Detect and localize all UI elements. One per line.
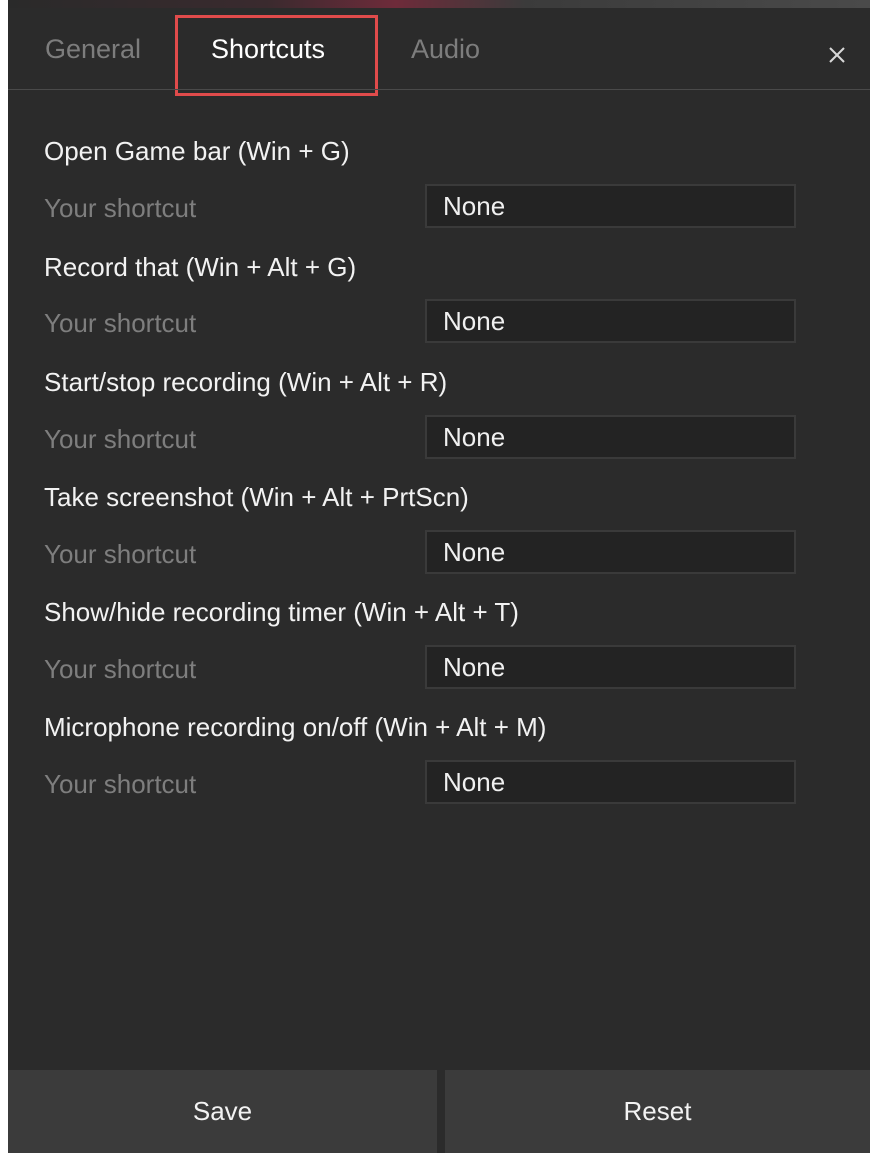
shortcut-title-start-stop-recording: Start/stop recording (Win + Alt + R) xyxy=(44,367,448,397)
shortcut-input-show-hide-timer[interactable]: None xyxy=(425,645,796,689)
shortcut-input-record-that[interactable]: None xyxy=(425,299,796,343)
shortcut-input-start-stop-recording[interactable]: None xyxy=(425,415,796,459)
shortcut-sub-label: Your shortcut xyxy=(44,424,197,454)
shortcut-sub-label: Your shortcut xyxy=(44,539,197,569)
shortcut-sub-label: Your shortcut xyxy=(44,193,197,223)
reset-button[interactable]: Reset xyxy=(445,1070,870,1153)
shortcut-input-take-screenshot[interactable]: None xyxy=(425,530,796,574)
button-divider xyxy=(437,1070,445,1153)
close-icon xyxy=(829,47,845,63)
active-tab-highlight xyxy=(175,15,378,96)
tab-general[interactable]: General xyxy=(45,34,141,65)
footer-buttons: Save Reset xyxy=(8,1070,870,1153)
game-bar-settings-panel: General Shortcuts Audio Open Game bar (W… xyxy=(8,8,870,1153)
shortcut-input-open-game-bar[interactable]: None xyxy=(425,184,796,228)
tab-divider xyxy=(8,89,870,90)
tab-audio[interactable]: Audio xyxy=(411,34,480,65)
shortcut-sub-label: Your shortcut xyxy=(44,308,197,338)
shortcut-sub-label: Your shortcut xyxy=(44,654,197,684)
tab-bar: General Shortcuts Audio xyxy=(8,8,870,96)
close-button[interactable] xyxy=(820,38,854,72)
save-button[interactable]: Save xyxy=(8,1070,437,1153)
shortcut-title-open-game-bar: Open Game bar (Win + G) xyxy=(44,136,350,166)
shortcut-input-microphone-recording[interactable]: None xyxy=(425,760,796,804)
shortcut-title-microphone-recording: Microphone recording on/off (Win + Alt +… xyxy=(44,712,547,742)
shortcut-sub-label: Your shortcut xyxy=(44,769,197,799)
shortcut-title-show-hide-timer: Show/hide recording timer (Win + Alt + T… xyxy=(44,597,519,627)
shortcut-title-record-that: Record that (Win + Alt + G) xyxy=(44,252,357,282)
shortcut-title-take-screenshot: Take screenshot (Win + Alt + PrtScn) xyxy=(44,482,469,512)
